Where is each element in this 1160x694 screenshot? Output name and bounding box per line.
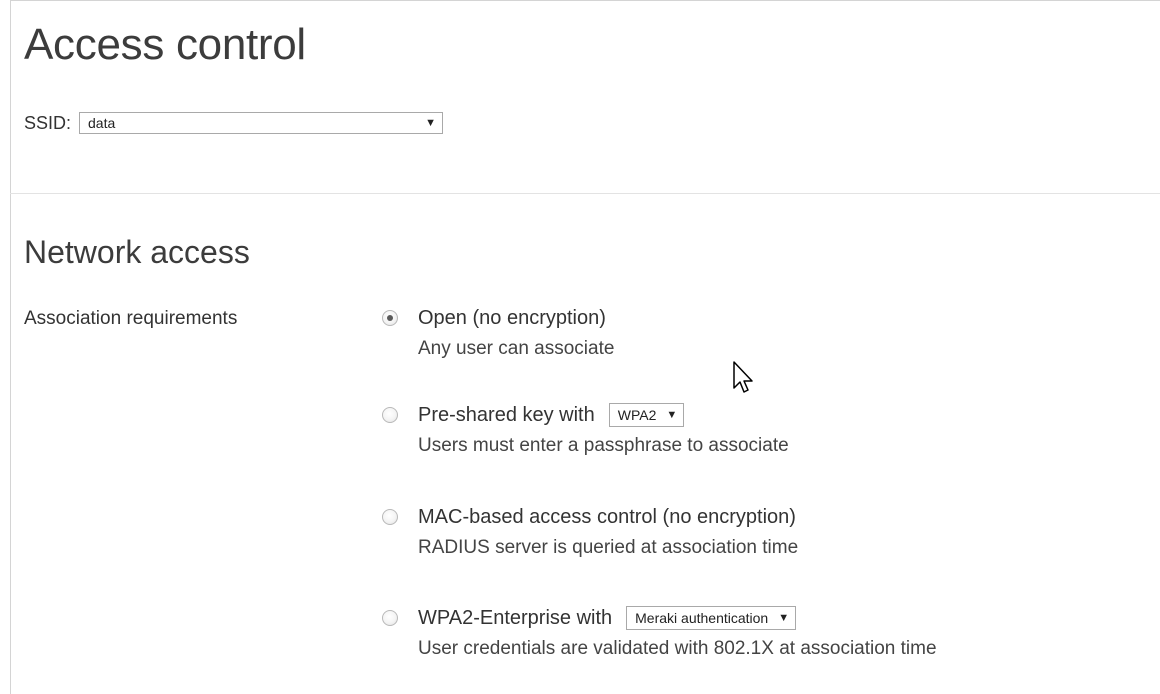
option-open: Open (no encryption) Any user can associ… bbox=[382, 304, 614, 360]
option-open-label: Open (no encryption) bbox=[418, 306, 606, 329]
psk-type-select-value: WPA2 bbox=[617, 407, 657, 423]
ssid-row: SSID: data ▼ bbox=[24, 112, 444, 134]
option-mac-label: MAC-based access control (no encryption) bbox=[418, 505, 796, 528]
option-mac: MAC-based access control (no encryption)… bbox=[382, 503, 798, 559]
radio-selected-icon[interactable] bbox=[382, 310, 398, 326]
enterprise-auth-select-value: Meraki authentication bbox=[635, 610, 769, 626]
chevron-down-icon: ▼ bbox=[425, 117, 437, 129]
ssid-select-value: data bbox=[88, 115, 116, 131]
option-open-description: Any user can associate bbox=[418, 338, 615, 359]
enterprise-auth-select[interactable]: Meraki authentication ▼ bbox=[626, 606, 797, 630]
ssid-label: SSID: bbox=[24, 112, 72, 133]
option-enterprise-description: User credentials are validated with 802.… bbox=[418, 638, 937, 659]
option-mac-description: RADIUS server is queried at association … bbox=[418, 537, 799, 558]
option-psk-label: Pre-shared key with bbox=[418, 403, 595, 426]
ssid-select[interactable]: data ▼ bbox=[79, 112, 444, 134]
section-title-network-access: Network access bbox=[24, 234, 250, 270]
chevron-down-icon: ▼ bbox=[666, 409, 678, 421]
radio-unselected-icon[interactable] bbox=[382, 610, 398, 626]
section-divider bbox=[10, 193, 1160, 194]
option-enterprise: WPA2-Enterprise with Meraki authenticati… bbox=[382, 604, 937, 660]
radio-unselected-icon[interactable] bbox=[382, 407, 398, 423]
radio-unselected-icon[interactable] bbox=[382, 509, 398, 525]
chevron-down-icon: ▼ bbox=[778, 612, 790, 624]
option-psk: Pre-shared key with WPA2 ▼ Users must en… bbox=[382, 401, 789, 457]
option-enterprise-label: WPA2-Enterprise with bbox=[418, 606, 613, 629]
page-title: Access control bbox=[24, 20, 306, 69]
psk-type-select[interactable]: WPA2 ▼ bbox=[608, 403, 685, 427]
association-requirements-label: Association requirements bbox=[24, 308, 238, 329]
option-psk-description: Users must enter a passphrase to associa… bbox=[418, 435, 789, 456]
mouse-pointer-icon bbox=[733, 361, 753, 393]
